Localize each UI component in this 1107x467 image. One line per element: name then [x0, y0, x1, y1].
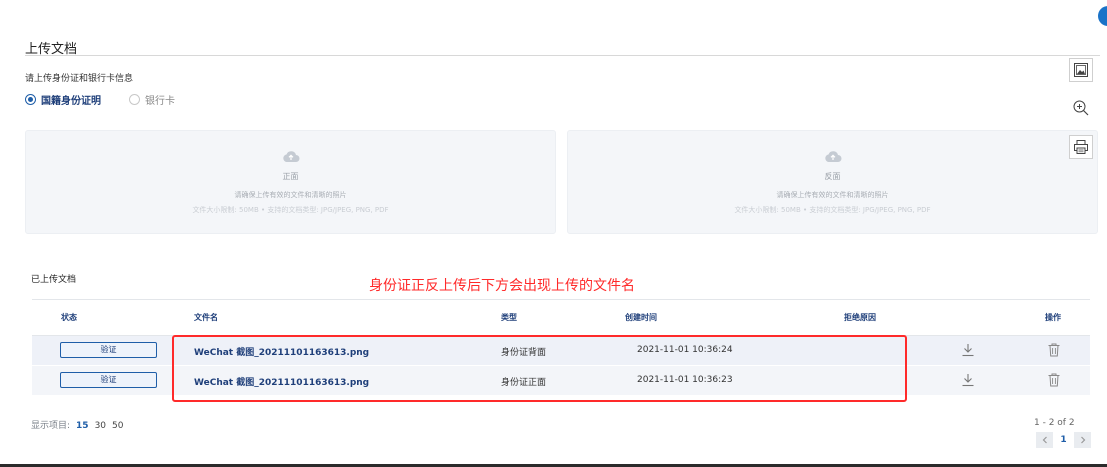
radio-bank-card-label[interactable]: 银行卡 [145, 92, 175, 107]
divider [25, 55, 1100, 56]
upload-back-spec: 文件大小限制: 50MB • 支持的文档类型: JPG/JPEG, PNG, P… [734, 206, 931, 214]
page-size-option[interactable]: 50 [112, 421, 123, 431]
doc-type-radio-group: 国籍身份证明 银行卡 [25, 92, 203, 107]
current-page[interactable]: 1 [1055, 432, 1072, 448]
radio-bank-card[interactable] [129, 94, 140, 105]
cloud-upload-icon [282, 151, 299, 162]
page-range: 1 - 2 of 2 [1034, 418, 1075, 428]
zoom-in-button[interactable] [1069, 96, 1093, 120]
trash-icon[interactable] [1046, 342, 1062, 358]
print-button[interactable] [1069, 135, 1093, 159]
image-frame-icon [1074, 63, 1088, 77]
col-filename: 文件名 [194, 313, 218, 322]
next-page-button[interactable] [1074, 432, 1091, 448]
upload-back-label: 反面 [824, 172, 841, 181]
page-size-label: 显示项目: [31, 421, 71, 431]
col-type: 类型 [501, 313, 517, 322]
annotation-highlight-box [172, 335, 907, 402]
trash-icon[interactable] [1046, 372, 1062, 388]
cloud-upload-icon [824, 151, 841, 162]
upload-back-hint: 请确保上传有效的文件和清晰的照片 [776, 191, 889, 199]
col-actions: 操作 [1045, 313, 1061, 322]
page-size-option[interactable]: 15 [76, 421, 89, 431]
upload-front-dropzone[interactable]: 正面 请确保上传有效的文件和清晰的照片 文件大小限制: 50MB • 支持的文档… [25, 130, 556, 234]
chevron-right-icon [1080, 436, 1085, 444]
annotation-text: 身份证正反上传后下方会出现上传的文件名 [369, 278, 635, 294]
download-icon[interactable] [960, 372, 976, 388]
col-reject-reason: 拒绝原因 [844, 313, 876, 322]
upload-prompt: 请上传身份证和银行卡信息 [25, 74, 134, 84]
print-icon [1074, 140, 1088, 154]
table-header: 状态 文件名 类型 创建时间 拒绝原因 操作 [32, 300, 1090, 336]
upload-front-label: 正面 [282, 172, 299, 181]
page-size-option[interactable]: 30 [95, 421, 106, 431]
pager: 1 [1036, 432, 1091, 448]
download-icon[interactable] [960, 342, 976, 358]
col-status: 状态 [61, 313, 77, 322]
upload-front-spec: 文件大小限制: 50MB • 支持的文档类型: JPG/JPEG, PNG, P… [192, 206, 389, 214]
prev-page-button[interactable] [1036, 432, 1053, 448]
chevron-left-icon [1042, 436, 1047, 444]
radio-id-card-label[interactable]: 国籍身份证明 [41, 92, 101, 107]
radio-id-card[interactable] [25, 94, 36, 105]
avatar-badge[interactable] [1098, 6, 1107, 26]
upload-back-dropzone[interactable]: 反面 请确保上传有效的文件和清晰的照片 文件大小限制: 50MB • 支持的文档… [567, 130, 1098, 234]
col-created: 创建时间 [625, 313, 657, 322]
upload-front-hint: 请确保上传有效的文件和清晰的照片 [234, 191, 347, 199]
zoom-in-icon [1073, 100, 1089, 116]
page-size-selector: 显示项目: 15 30 50 [31, 418, 123, 431]
uploaded-docs-title: 已上传文档 [31, 275, 77, 285]
fit-image-button[interactable] [1069, 58, 1093, 82]
verify-button[interactable]: 验证 [60, 342, 157, 358]
verify-button[interactable]: 验证 [60, 372, 157, 388]
